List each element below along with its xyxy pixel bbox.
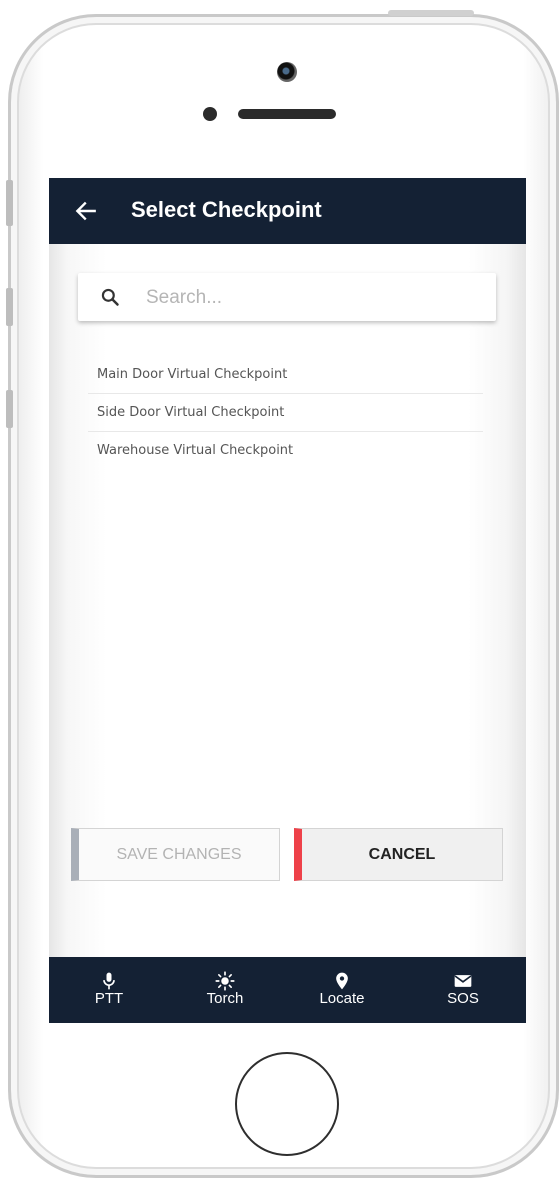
volume-down-button <box>6 390 13 428</box>
search-input[interactable] <box>144 282 468 314</box>
page-title: Select Checkpoint <box>131 197 322 222</box>
checkpoint-item-main-door[interactable]: Main Door Virtual Checkpoint <box>88 356 483 394</box>
nav-label-locate: Locate <box>319 990 365 1007</box>
proximity-sensor <box>203 107 217 121</box>
cancel-button[interactable]: CANCEL <box>294 828 503 881</box>
arrow-left-icon[interactable] <box>73 198 99 224</box>
cancel-label: CANCEL <box>368 845 436 863</box>
front-camera <box>277 62 297 82</box>
map-pin-icon <box>336 972 348 990</box>
nav-item-sos[interactable]: SOS <box>423 971 503 1007</box>
bottom-nav: PTT Torch Locate SOS <box>49 957 526 1023</box>
power-button <box>388 10 474 16</box>
search-bar <box>78 273 496 321</box>
sun-icon <box>215 971 235 991</box>
nav-label-ptt: PTT <box>94 990 124 1007</box>
earpiece-speaker <box>238 109 336 119</box>
nav-item-ptt[interactable]: PTT <box>69 971 149 1007</box>
nav-item-torch[interactable]: Torch <box>185 971 265 1007</box>
app-header: Select Checkpoint <box>49 178 526 244</box>
save-changes-label: SAVE CHANGES <box>116 845 242 863</box>
search-icon <box>101 288 119 306</box>
nav-label-sos: SOS <box>447 990 479 1007</box>
nav-label-torch: Torch <box>206 990 244 1007</box>
home-button[interactable] <box>235 1052 339 1156</box>
volume-up-button <box>6 288 13 326</box>
envelope-icon <box>454 975 472 987</box>
checkpoint-item-warehouse[interactable]: Warehouse Virtual Checkpoint <box>88 432 483 469</box>
save-changes-button[interactable]: SAVE CHANGES <box>71 828 280 881</box>
mute-switch <box>6 180 13 226</box>
checkpoint-list: Main Door Virtual Checkpoint Side Door V… <box>88 356 483 469</box>
microphone-icon <box>103 972 115 990</box>
app-screen: Select Checkpoint Main Door Virtual Chec… <box>49 178 526 1023</box>
checkpoint-item-side-door[interactable]: Side Door Virtual Checkpoint <box>88 394 483 432</box>
nav-item-locate[interactable]: Locate <box>302 971 382 1007</box>
